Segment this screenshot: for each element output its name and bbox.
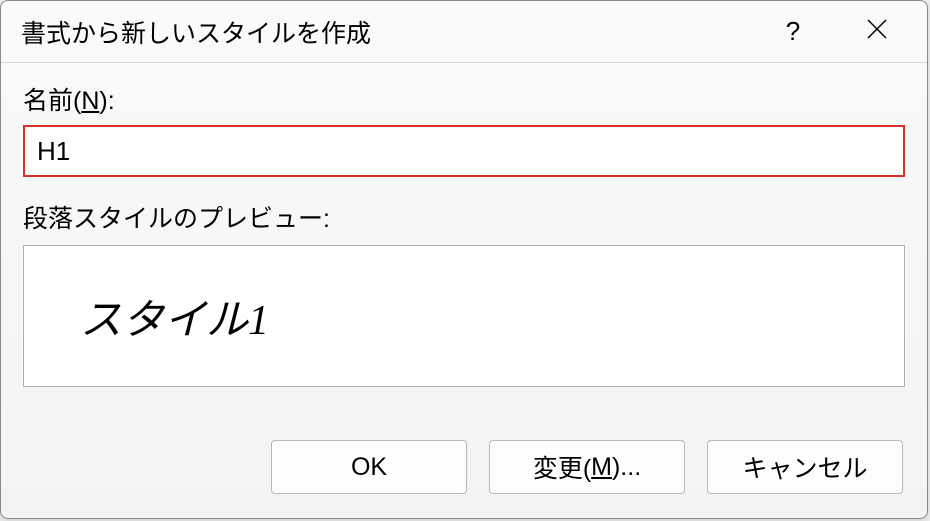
preview-box: スタイル1 [23, 245, 905, 387]
name-label-suffix: ): [99, 87, 114, 115]
preview-text: スタイル1 [80, 286, 269, 347]
preview-label: 段落スタイルのプレビュー: [23, 199, 905, 235]
dialog-content: 名前(N): 段落スタイルのプレビュー: スタイル1 [1, 63, 927, 418]
cancel-button[interactable]: キャンセル [707, 440, 903, 494]
dialog-titlebar: 書式から新しいスタイルを作成 ? [1, 1, 927, 63]
help-button[interactable]: ? [769, 16, 817, 47]
cancel-button-label: キャンセル [742, 449, 867, 485]
close-button[interactable] [847, 18, 907, 46]
name-label: 名前(N): [23, 81, 905, 117]
name-label-prefix: 名前( [23, 87, 81, 115]
modify-button-prefix: 変更( [533, 449, 591, 485]
style-name-input[interactable] [23, 125, 905, 177]
ok-button-label: OK [351, 453, 387, 482]
create-style-dialog: 書式から新しいスタイルを作成 ? 名前(N): 段落スタイルのプレビュー: スタ… [0, 0, 928, 519]
button-row: OK 変更(M)... キャンセル [1, 418, 927, 518]
modify-button[interactable]: 変更(M)... [489, 440, 685, 494]
dialog-title: 書式から新しいスタイルを作成 [21, 14, 769, 50]
ok-button[interactable]: OK [271, 440, 467, 494]
name-label-accel: N [81, 87, 99, 115]
modify-button-suffix: )... [612, 453, 641, 482]
close-icon [866, 18, 888, 40]
modify-button-accel: M [591, 453, 612, 482]
